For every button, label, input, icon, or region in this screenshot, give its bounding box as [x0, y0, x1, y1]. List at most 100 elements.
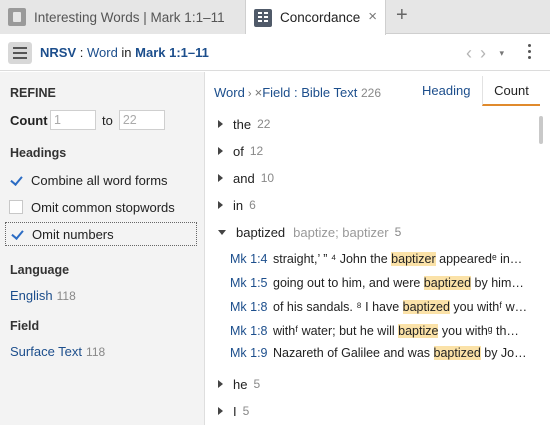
tab-concordance[interactable]: Concordance × — [246, 0, 386, 35]
context-pre: straight,’ ” ⁴ John the — [273, 252, 392, 266]
tab-interesting-words[interactable]: Interesting Words | Mark 1:1–11 — [0, 0, 246, 34]
word-row[interactable]: I5 — [218, 401, 249, 421]
language-facet[interactable]: English 118 — [10, 288, 76, 303]
count-label: Count — [10, 112, 48, 128]
facet-label[interactable]: Surface Text — [10, 344, 82, 359]
context-pre: going out to him, and were — [273, 276, 424, 290]
chevron-right-icon: › — [244, 88, 255, 100]
word-label: of — [233, 143, 244, 159]
expand-icon[interactable] — [218, 201, 223, 209]
expand-icon[interactable] — [218, 407, 223, 415]
reference-row[interactable]: Mk 1:9 Nazareth of Galilee and was baptiz… — [230, 346, 535, 364]
field-title: Field — [10, 319, 40, 333]
word-forms: baptize; baptizer — [293, 224, 389, 240]
highlighted-hit: baptize — [398, 324, 439, 338]
highlighted-hit: baptized — [423, 276, 472, 290]
reference-row[interactable]: Mk 1:8 withᶠ water; but he will baptize y… — [230, 324, 535, 342]
checkbox[interactable] — [9, 173, 23, 187]
option-label: Combine all word forms — [31, 172, 168, 188]
reference-row[interactable]: Mk 1:5 going out to him, and were baptize… — [230, 276, 535, 294]
results-breadcrumb: Word › ×Field : Bible Text 226 — [214, 85, 381, 100]
word-label: baptized — [236, 224, 286, 240]
context-post: appearedᵉ in… — [435, 252, 523, 266]
results-header: Word › ×Field : Bible Text 226 Heading C… — [206, 72, 550, 110]
word-row[interactable]: and 10 — [218, 168, 274, 188]
document-icon — [8, 8, 26, 26]
expand-icon[interactable] — [218, 380, 223, 388]
tab-label: Concordance — [280, 10, 361, 25]
toolbar: NRSV : Word in Mark 1:1–11 ‹› ▾ — [0, 35, 550, 71]
breadcrumb-text: in — [117, 45, 136, 60]
field-link[interactable]: Word — [87, 45, 118, 60]
refine-panel: REFINE Count 1 to 22 Headings Combine al… — [0, 72, 205, 425]
highlighted-hit: baptized — [433, 346, 481, 360]
omit-stopwords-option[interactable]: Omit common stopwords — [5, 195, 197, 219]
context-post: you withᵍ th… — [438, 324, 519, 338]
word-count: 5 — [253, 377, 261, 391]
option-label: Omit common stopwords — [31, 199, 175, 215]
more-options-icon[interactable] — [528, 44, 532, 62]
facet-count: 118 — [56, 289, 76, 303]
panel-menu-button[interactable] — [8, 41, 32, 64]
word-count: 5 — [242, 404, 250, 418]
count-filter: Count 1 to 22 — [10, 110, 165, 130]
expand-icon[interactable] — [218, 174, 223, 182]
crumb-word[interactable]: Word — [214, 85, 245, 100]
facet-label[interactable]: English — [10, 288, 53, 303]
combine-word-forms-option[interactable]: Combine all word forms — [5, 168, 197, 192]
reference-row[interactable]: Mk 1:4 straight,’ ” ⁴ John the baptizer a… — [230, 252, 535, 270]
word-row[interactable]: the 22 — [218, 114, 270, 134]
field-facet[interactable]: Surface Text 118 — [10, 344, 105, 359]
result-count: 226 — [360, 86, 381, 100]
heading-toggle[interactable]: Heading — [422, 83, 470, 98]
collapse-icon[interactable] — [218, 229, 226, 235]
language-title: Language — [10, 263, 70, 277]
word-row[interactable]: in 6 — [218, 195, 256, 215]
passage-link[interactable]: Mark 1:1–11 — [135, 45, 209, 60]
word-row-expanded[interactable]: baptized baptize; baptizer 5 — [218, 222, 401, 242]
context-pre: of his sandals. ⁸ I have — [273, 300, 403, 314]
word-row[interactable]: he 5 — [218, 374, 260, 394]
count-to-label: to — [102, 112, 113, 128]
crumb-field[interactable]: Field : Bible Text — [262, 85, 357, 100]
verse-link[interactable]: Mk 1:8 — [230, 324, 273, 338]
checkbox[interactable] — [10, 227, 24, 241]
omit-numbers-option[interactable]: Omit numbers — [5, 222, 197, 246]
concordance-icon — [254, 8, 272, 27]
verse-link[interactable]: Mk 1:4 — [230, 252, 273, 266]
word-label: and — [233, 170, 255, 186]
word-count: 6 — [249, 198, 256, 212]
highlighted-hit: baptizer — [391, 252, 436, 266]
verse-link[interactable]: Mk 1:8 — [230, 300, 273, 314]
word-label: in — [233, 197, 244, 213]
forward-arrow-icon[interactable]: › — [480, 43, 494, 63]
verse-link[interactable]: Mk 1:5 — [230, 276, 273, 290]
expand-icon[interactable] — [218, 147, 223, 155]
refine-title: REFINE — [10, 86, 56, 100]
verse-link[interactable]: Mk 1:9 — [230, 346, 273, 360]
context-pre: Nazareth of Galilee and was — [273, 346, 434, 360]
add-tab-button[interactable]: + — [396, 4, 408, 27]
close-icon[interactable]: × — [368, 8, 377, 25]
expand-icon[interactable] — [218, 120, 223, 128]
count-to-input[interactable]: 22 — [118, 110, 165, 130]
word-count: 12 — [249, 144, 264, 158]
back-arrow-icon[interactable]: ‹ — [466, 43, 480, 63]
context-post: you withᶠ w… — [449, 300, 528, 314]
headings-title: Headings — [10, 146, 67, 160]
word-row[interactable]: of 12 — [218, 141, 263, 161]
version-link[interactable]: NRSV — [40, 45, 76, 60]
highlighted-hit: baptized — [402, 300, 450, 314]
option-label: Omit numbers — [32, 226, 114, 242]
count-toggle[interactable]: Count — [482, 76, 540, 106]
reference-row[interactable]: Mk 1:8 of his sandals. ⁸ I have baptized … — [230, 300, 535, 318]
breadcrumb: NRSV : Word in Mark 1:1–11 — [40, 45, 209, 60]
count-from-input[interactable]: 1 — [50, 110, 96, 130]
checkbox[interactable] — [9, 200, 23, 214]
nav-arrows: ‹› — [466, 43, 494, 64]
scrollbar-thumb[interactable] — [539, 116, 543, 144]
word-label: the — [233, 116, 252, 132]
tab-bar: Interesting Words | Mark 1:1–11 Concorda… — [0, 0, 550, 35]
word-count: 10 — [260, 171, 275, 185]
history-dropdown-icon[interactable]: ▾ — [499, 48, 504, 59]
